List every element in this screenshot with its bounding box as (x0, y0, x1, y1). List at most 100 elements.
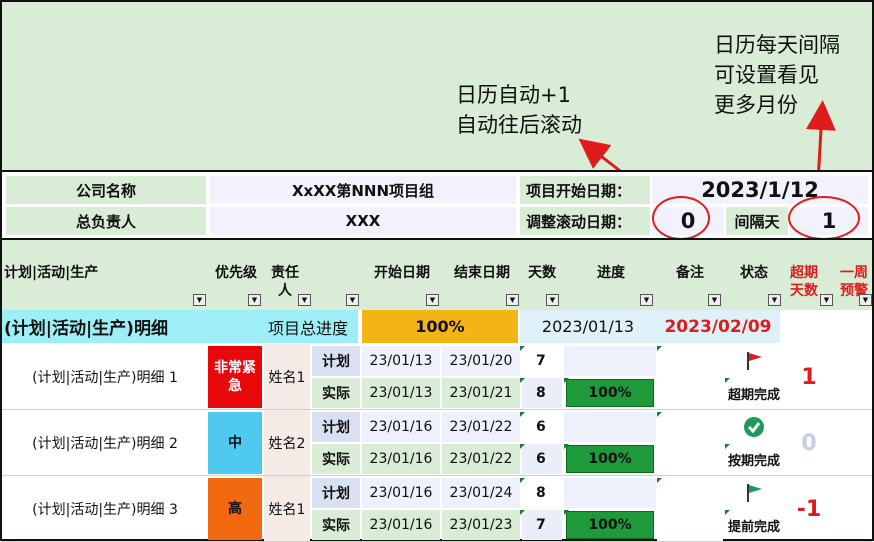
status-text: 按期完成 (727, 453, 780, 469)
filter-week-button[interactable]: ▼ (859, 294, 872, 306)
remark-cell[interactable] (657, 344, 723, 410)
actual-label: 实际 (312, 444, 360, 474)
actual-start-date: 23/01/16 (362, 510, 440, 540)
progress-bar: 100% (566, 445, 654, 473)
company-value[interactable]: XxXX第NNN项目组 (210, 176, 516, 204)
filter-days-button[interactable]: ▼ (546, 294, 559, 306)
cell-marker (564, 444, 569, 449)
week-warning-cell (834, 410, 872, 476)
summary-progress-value: 100% (362, 310, 518, 343)
plan-start-date: 23/01/16 (362, 412, 440, 442)
summary-title: (计划|活动|生产)明细 (4, 319, 168, 339)
overdue-days: -1 (796, 496, 822, 522)
table-header: 计划|活动|生产 优先级 责任人 开始日期 结束日期 天数 进度 备注 状态 超… (2, 238, 872, 310)
red-flag-icon (725, 346, 783, 376)
summary-date-red: 2023/02/09 (664, 316, 772, 337)
cell-marker (657, 478, 662, 483)
status-text: 超期完成 (727, 387, 780, 403)
header-days: 天数 (528, 265, 556, 281)
plan-days: 8 (536, 485, 546, 501)
owner-name: 姓名2 (264, 410, 310, 476)
plan-label: 计划 (312, 412, 360, 442)
week-warning-cell (834, 344, 872, 410)
plan-start-date: 23/01/16 (362, 478, 440, 508)
cell-marker (725, 444, 730, 449)
plan-days: 7 (536, 353, 546, 369)
header-progress: 进度 (597, 265, 625, 281)
filter-start-button[interactable]: ▼ (426, 294, 439, 306)
week-warning-cell (834, 476, 872, 542)
priority-badge: 非常紧急 (208, 346, 262, 408)
progress-bar: 100% (566, 379, 654, 407)
actual-days: 6 (522, 444, 562, 474)
actual-label: 实际 (312, 378, 360, 408)
status-text: 提前完成 (727, 519, 780, 535)
plan-end-date: 23/01/22 (442, 412, 520, 442)
cell-marker (564, 510, 569, 515)
remark-cell[interactable] (657, 476, 723, 542)
owner-label: 总负责人 (6, 207, 206, 235)
company-label: 公司名称 (6, 176, 206, 204)
green-flag-icon (725, 478, 783, 508)
cell-marker (657, 346, 662, 351)
row-name: (计划|活动|生产)明细 2 (32, 436, 178, 452)
start-date-label: 项目开始日期： (520, 176, 650, 204)
green-check-icon (725, 412, 783, 442)
actual-end-date: 23/01/22 (442, 444, 520, 474)
priority-badge: 中 (208, 412, 262, 474)
table-row: (计划|活动|生产)明细 1 非常紧急 姓名1 计划 23/01/13 23/01/20 7… (2, 344, 872, 410)
actual-days: 7 (522, 510, 562, 540)
actual-days: 8 (522, 378, 562, 408)
cell-marker (520, 412, 525, 417)
cell-marker (520, 478, 525, 483)
plan-label: 计划 (312, 346, 360, 376)
filter-progress-button[interactable]: ▼ (640, 294, 653, 306)
header-start: 开始日期 (374, 265, 430, 281)
header-activity: 计划|活动|生产 (4, 265, 99, 281)
plan-progress-cell (564, 346, 656, 376)
filter-owner-button[interactable]: ▼ (298, 294, 311, 306)
owner-name: 姓名1 (264, 344, 310, 410)
filter-blank-button[interactable]: ▼ (346, 294, 359, 306)
interval-highlight-circle (788, 196, 860, 240)
actual-end-date: 23/01/21 (442, 378, 520, 408)
cell-marker (564, 378, 569, 383)
table-row: (计划|活动|生产)明细 2 中姓名2 计划 23/01/16 23/01/22 6 实际 2… (2, 410, 872, 476)
header-priority: 优先级 (215, 265, 257, 281)
scroll-highlight-circle (652, 196, 710, 240)
actual-start-date: 23/01/16 (362, 444, 440, 474)
filter-end-button[interactable]: ▼ (506, 294, 519, 306)
plan-progress-cell (564, 478, 656, 508)
actual-start-date: 23/01/13 (362, 378, 440, 408)
filter-activity-button[interactable]: ▼ (193, 294, 206, 306)
row-name: (计划|活动|生产)明细 3 (32, 502, 178, 518)
cell-marker (520, 510, 525, 515)
overdue-days: 0 (801, 430, 817, 456)
filter-status-button[interactable]: ▼ (768, 294, 781, 306)
filter-overdue-button[interactable]: ▼ (820, 294, 833, 306)
owner-value[interactable]: XXX (210, 207, 516, 235)
plan-end-date: 23/01/24 (442, 478, 520, 508)
actual-end-date: 23/01/23 (442, 510, 520, 540)
project-info: 公司名称 XxXX第NNN项目组 项目开始日期： 2023/1/12 总负责人 … (2, 170, 872, 236)
cell-marker (725, 510, 730, 515)
header-overdue: 超期天数 (790, 265, 818, 299)
plan-start-date: 23/01/13 (362, 346, 440, 376)
plan-days: 6 (536, 419, 546, 435)
header-remark: 备注 (676, 265, 704, 281)
plan-end-date: 23/01/20 (442, 346, 520, 376)
summary-progress-label: 项目总进度 (267, 318, 348, 338)
cell-marker (725, 378, 730, 383)
progress-bar: 100% (566, 511, 654, 539)
filter-priority-button[interactable]: ▼ (248, 294, 261, 306)
cell-marker (520, 378, 525, 383)
header-status: 状态 (740, 265, 768, 281)
cell-marker (520, 346, 525, 351)
actual-label: 实际 (312, 510, 360, 540)
header-end: 结束日期 (454, 265, 510, 281)
filter-remark-button[interactable]: ▼ (708, 294, 721, 306)
interval-label: 间隔天 (726, 207, 788, 235)
remark-cell[interactable] (657, 410, 723, 476)
scroll-date-label: 调整滚动日期： (520, 207, 650, 235)
cell-marker (657, 412, 662, 417)
